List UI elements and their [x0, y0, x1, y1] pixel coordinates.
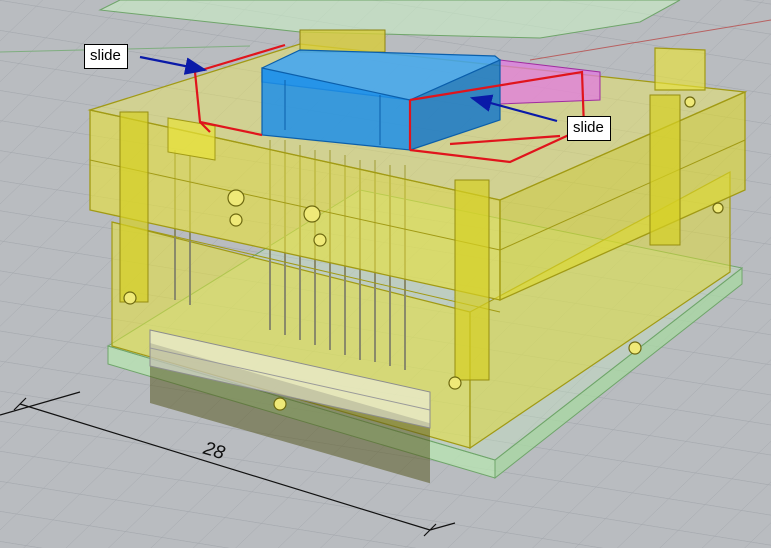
slide-callout-left: slide	[84, 44, 128, 69]
3d-viewport[interactable]	[0, 0, 771, 548]
slide-callout-right: slide	[567, 116, 611, 141]
